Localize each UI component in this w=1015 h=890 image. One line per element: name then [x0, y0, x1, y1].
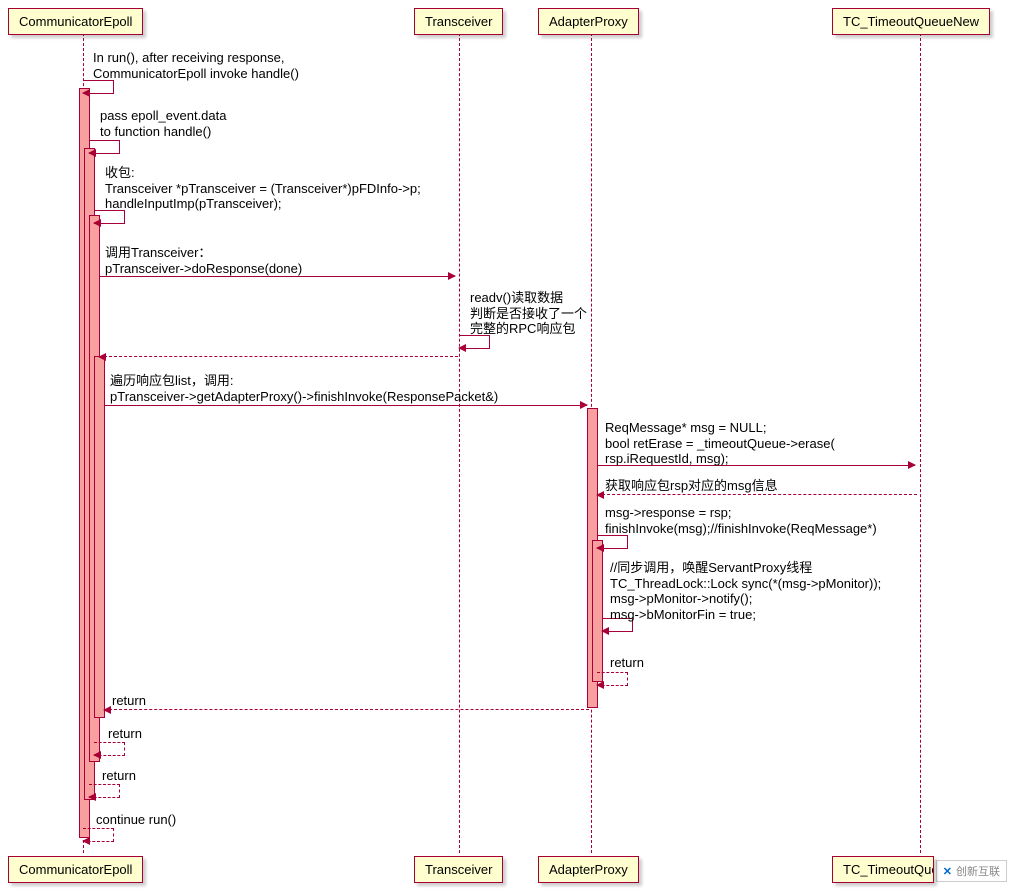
selfloop-ap-1 — [597, 535, 628, 549]
participant-tc-timeoutqueuenew-top: TC_TimeoutQueueNew — [832, 8, 990, 35]
watermark: ✕ 创新互联 — [936, 860, 1007, 882]
msg-finishinvoke-reqmsg: msg->response = rsp; finishInvoke(msg);/… — [605, 505, 877, 536]
msg-sync-notify: //同步调用，唤醒ServantProxy线程 TC_ThreadLock::L… — [610, 560, 881, 622]
participant-adapterproxy-bottom: AdapterProxy — [538, 856, 639, 883]
activation-ce-4 — [94, 356, 105, 718]
selfloop-return-ap — [597, 672, 628, 686]
activation-ap-2 — [592, 540, 603, 682]
msg-shou-bao: 收包: Transceiver *pTransceiver = (Transce… — [105, 165, 421, 212]
arrow-ap-return-ce — [104, 709, 589, 710]
msg-return-ap-to-ce: return — [112, 693, 146, 709]
msg-return-3: return — [102, 768, 136, 784]
msg-readv: readv()读取数据 判断是否接收了一个 完整的RPC响应包 — [470, 290, 587, 337]
selfloop-return-2 — [94, 742, 125, 756]
participant-communicator-epoll-bottom: CommunicatorEpoll — [8, 856, 143, 883]
participant-communicator-epoll-top: CommunicatorEpoll — [8, 8, 143, 35]
participant-transceiver-top: Transceiver — [414, 8, 503, 35]
watermark-icon: ✕ — [943, 865, 952, 878]
msg-doresponse: 调用Transceiver： pTransceiver->doResponse(… — [105, 245, 302, 276]
participant-adapterproxy-top: AdapterProxy — [538, 8, 639, 35]
msg-get-rsp-msg: 获取响应包rsp对应的msg信息 — [605, 478, 778, 494]
watermark-text: 创新互联 — [956, 863, 1000, 879]
msg-pass-epoll-event: pass epoll_event.data to function handle… — [100, 108, 226, 139]
selfloop-continue — [83, 828, 114, 842]
msg-erase: ReqMessage* msg = NULL; bool retErase = … — [605, 420, 835, 467]
msg-continue-run: continue run() — [96, 812, 176, 828]
selfloop-transceiver — [459, 335, 490, 349]
msg-finishinvoke-packet: 遍历响应包list，调用: pTransceiver->getAdapterPr… — [110, 373, 498, 404]
selfloop-2 — [89, 140, 120, 154]
msg-run-handle: In run(), after receiving response, Comm… — [93, 50, 299, 81]
participant-tc-timeoutqueuenew-bottom: TC_TimeoutQueueNew — [832, 856, 934, 883]
arrow-transceiver-return — [99, 356, 458, 357]
participant-transceiver-bottom: Transceiver — [414, 856, 503, 883]
arrow-timeout-return — [597, 494, 917, 495]
selfloop-return-3 — [89, 784, 120, 798]
selfloop-3 — [94, 210, 125, 224]
msg-return-2: return — [108, 726, 142, 742]
arrow-ce-to-adapterproxy — [104, 405, 587, 406]
selfloop-1 — [83, 80, 114, 94]
msg-return-ap-inner: return — [610, 655, 644, 671]
